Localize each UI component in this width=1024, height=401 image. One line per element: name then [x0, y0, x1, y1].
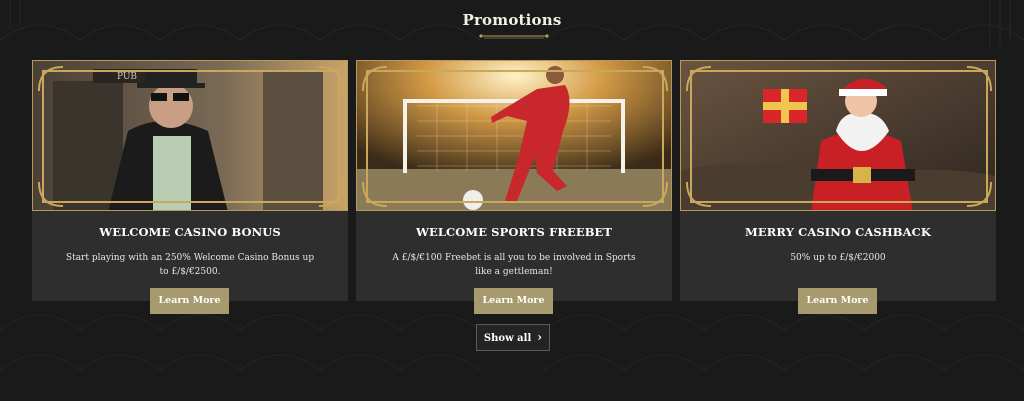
promo-description: 50% up to £/$/€2000: [790, 253, 886, 263]
promo-title: WELCOME SPORTS FREEBET: [415, 225, 613, 239]
show-all-button[interactable]: Show all ›: [476, 324, 550, 351]
promo-title: MERRY CASINO CASHBACK: [745, 225, 931, 239]
section-title: Promotions: [462, 11, 562, 29]
promo-description: Start playing with an 250% Welcome Casin…: [65, 253, 315, 277]
promo-card-merry-cashback: MERRY CASINO CASHBACK 50% up to £/$/€200…: [680, 60, 996, 314]
promo-card-casino-bonus: PUB WELCOME CASINO BONUS Start playing w…: [32, 60, 348, 314]
promo-title: WELCOME CASINO BONUS: [99, 225, 281, 239]
learn-more-button[interactable]: Learn More: [798, 288, 877, 314]
promo-image-merry-cashback: [680, 60, 996, 211]
show-all-label: Show all: [483, 333, 532, 344]
chevron-right-icon: ›: [537, 330, 543, 344]
promo-image-sports-freebet: [356, 60, 672, 211]
promo-card-sports-freebet: WELCOME SPORTS FREEBET A £/$/€100 Freebe…: [356, 60, 672, 314]
title-divider-ornament: [479, 34, 549, 39]
learn-more-button[interactable]: Learn More: [150, 288, 229, 314]
promo-description: A £/$/€100 Freebet is all you to be invo…: [392, 253, 636, 277]
promo-image-casino-bonus: PUB: [32, 60, 348, 211]
learn-more-button[interactable]: Learn More: [474, 288, 553, 314]
pub-sign-text: PUB: [117, 72, 137, 82]
